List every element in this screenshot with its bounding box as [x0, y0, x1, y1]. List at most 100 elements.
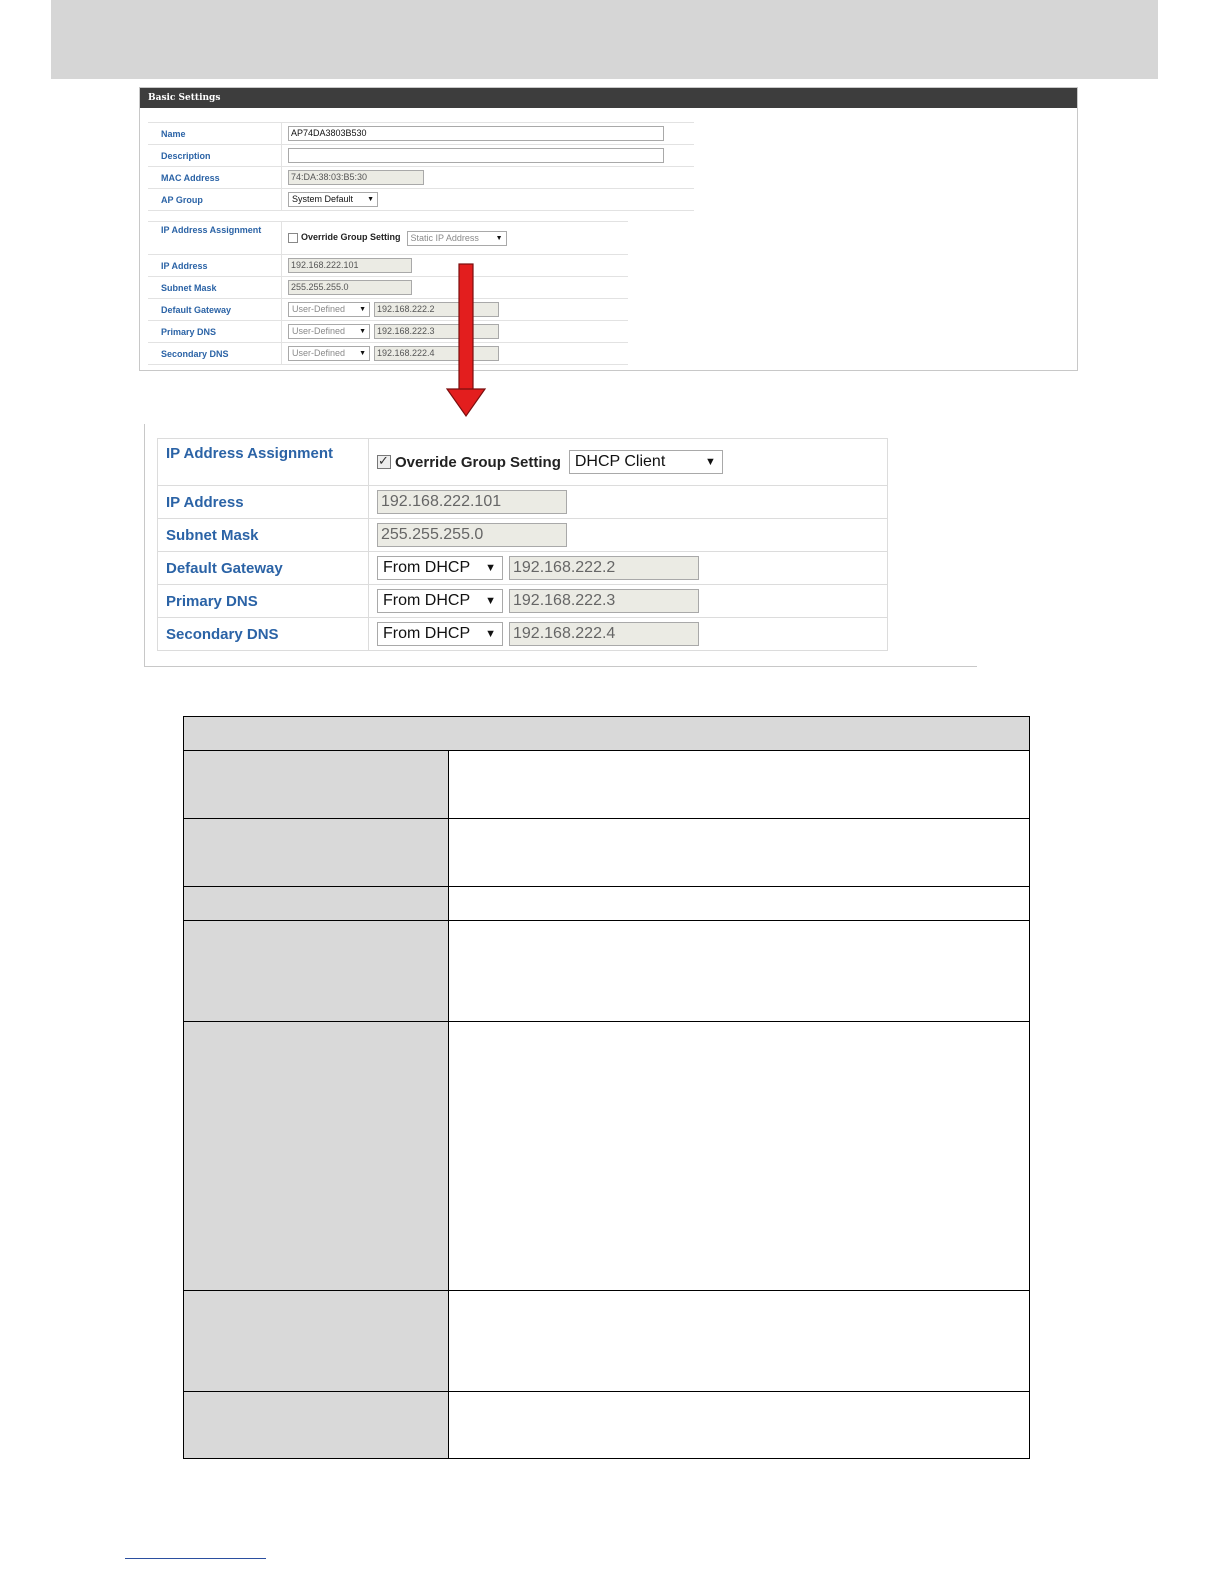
table-row: IP Address 192.168.222.101 — [148, 254, 628, 277]
default-gateway-label: Default Gateway — [157, 551, 369, 585]
table-row: IP Address 192.168.222.101 — [157, 485, 888, 519]
table-row — [183, 818, 1030, 887]
table-cell — [448, 750, 1030, 819]
description-input[interactable] — [288, 148, 664, 163]
table-row — [183, 750, 1030, 819]
table-row: Name AP74DA3803B530 — [148, 122, 694, 145]
table-cell — [183, 1021, 449, 1291]
zoomed-ip-panel: IP Address Assignment Override Group Set… — [144, 424, 977, 667]
down-arrow-icon — [445, 263, 487, 418]
table-cell — [183, 920, 449, 1022]
ip-assignment-value: DHCP Client — [574, 453, 666, 470]
dropdown-arrow-icon: ▼ — [485, 628, 496, 640]
table-row: AP Group System Default ▼ — [148, 188, 694, 211]
dropdown-arrow-icon: ▼ — [495, 234, 503, 242]
table-row: IP Address Assignment Override Group Set… — [157, 438, 888, 486]
table-row: Secondary DNS User-Defined ▼ 192.168.222.4 — [148, 342, 628, 365]
ip-address-label: IP Address — [157, 485, 369, 519]
name-label: Name — [148, 122, 282, 145]
ip-settings-table: IP Address Assignment Override Group Set… — [148, 221, 628, 365]
secondary-dns-mode-select[interactable]: From DHCP ▼ — [377, 622, 503, 646]
table-row: Default Gateway From DHCP ▼ 192.168.222.2 — [157, 551, 888, 585]
table-row: MAC Address 74:DA:38:03:B5:30 — [148, 166, 694, 189]
mac-address-label: MAC Address — [148, 166, 282, 189]
table-cell — [183, 1290, 449, 1392]
name-input[interactable]: AP74DA3803B530 — [288, 126, 664, 141]
ip-assignment-label: IP Address Assignment — [148, 221, 282, 255]
dropdown-arrow-icon: ▼ — [367, 196, 374, 203]
primary-dns-label: Primary DNS — [157, 584, 369, 618]
description-table — [183, 716, 1030, 1459]
secondary-dns-input[interactable]: 192.168.222.4 — [509, 622, 699, 646]
footer-link-underline — [125, 1558, 266, 1559]
ip-address-input[interactable]: 192.168.222.101 — [288, 258, 412, 273]
subnet-mask-label: Subnet Mask — [157, 518, 369, 552]
ap-group-select[interactable]: System Default ▼ — [288, 192, 378, 207]
override-checkbox[interactable] — [377, 453, 391, 469]
basic-settings-table: Name AP74DA3803B530 Description MAC Addr… — [148, 122, 694, 211]
primary-dns-mode-select[interactable]: From DHCP ▼ — [377, 589, 503, 613]
ip-assignment-select[interactable]: DHCP Client ▼ — [568, 450, 723, 474]
subnet-mask-input[interactable]: 255.255.255.0 — [288, 280, 412, 295]
table-row — [183, 1391, 1030, 1459]
table-cell — [448, 886, 1030, 921]
table-cell — [183, 750, 449, 819]
override-label: Override Group Setting — [395, 453, 561, 471]
table-cell — [183, 1391, 449, 1459]
page-header-band — [51, 0, 1158, 79]
primary-dns-mode-value: User-Defined — [292, 326, 346, 336]
table-header — [183, 716, 1030, 751]
gateway-mode-select[interactable]: From DHCP ▼ — [377, 556, 503, 580]
subnet-mask-input[interactable]: 255.255.255.0 — [377, 523, 567, 547]
subnet-mask-label: Subnet Mask — [148, 276, 282, 299]
gateway-mode-select[interactable]: User-Defined ▼ — [288, 302, 370, 317]
table-row — [183, 1290, 1030, 1392]
table-cell — [448, 920, 1030, 1022]
table-cell — [183, 886, 449, 921]
table-row: Secondary DNS From DHCP ▼ 192.168.222.4 — [157, 617, 888, 651]
primary-dns-input[interactable]: 192.168.222.3 — [509, 589, 699, 613]
ip-assignment-label: IP Address Assignment — [157, 438, 369, 486]
ip-assignment-value: Static IP Address — [410, 232, 479, 243]
ip-assignment-select[interactable]: Static IP Address ▼ — [406, 230, 507, 246]
basic-settings-panel: Basic Settings Name AP74DA3803B530 Descr… — [139, 87, 1078, 371]
table-row: Subnet Mask 255.255.255.0 — [157, 518, 888, 552]
secondary-dns-mode-value: From DHCP — [383, 625, 471, 642]
table-cell — [448, 1391, 1030, 1459]
ap-group-label: AP Group — [148, 188, 282, 211]
table-row: Description — [148, 144, 694, 167]
override-label: Override Group Setting — [301, 232, 401, 243]
secondary-dns-label: Secondary DNS — [148, 342, 282, 365]
mac-address-field: 74:DA:38:03:B5:30 — [288, 170, 424, 185]
override-checkbox[interactable] — [288, 233, 298, 243]
table-row: Subnet Mask 255.255.255.0 — [148, 276, 628, 299]
secondary-dns-mode-select[interactable]: User-Defined ▼ — [288, 346, 370, 361]
table-row: Primary DNS From DHCP ▼ 192.168.222.3 — [157, 584, 888, 618]
primary-dns-mode-value: From DHCP — [383, 592, 471, 609]
dropdown-arrow-icon: ▼ — [485, 595, 496, 607]
primary-dns-mode-select[interactable]: User-Defined ▼ — [288, 324, 370, 339]
dropdown-arrow-icon: ▼ — [359, 328, 366, 335]
ip-address-input[interactable]: 192.168.222.101 — [377, 490, 567, 514]
table-cell — [183, 818, 449, 887]
secondary-dns-label: Secondary DNS — [157, 617, 369, 651]
gateway-input[interactable]: 192.168.222.2 — [509, 556, 699, 580]
dropdown-arrow-icon: ▼ — [359, 350, 366, 357]
table-row — [183, 1021, 1030, 1291]
table-header-row — [183, 716, 1030, 751]
description-label: Description — [148, 144, 282, 167]
primary-dns-label: Primary DNS — [148, 320, 282, 343]
table-cell — [448, 818, 1030, 887]
table-row: Primary DNS User-Defined ▼ 192.168.222.3 — [148, 320, 628, 343]
gateway-mode-value: User-Defined — [292, 304, 346, 314]
zoomed-ip-table: IP Address Assignment Override Group Set… — [157, 438, 888, 651]
table-row — [183, 920, 1030, 1022]
table-row: IP Address Assignment Override Group Set… — [148, 221, 628, 255]
table-row — [183, 886, 1030, 921]
panel-title: Basic Settings — [140, 88, 1077, 108]
table-cell — [448, 1290, 1030, 1392]
table-cell — [448, 1021, 1030, 1291]
default-gateway-label: Default Gateway — [148, 298, 282, 321]
dropdown-arrow-icon: ▼ — [485, 562, 496, 574]
dropdown-arrow-icon: ▼ — [704, 456, 716, 468]
